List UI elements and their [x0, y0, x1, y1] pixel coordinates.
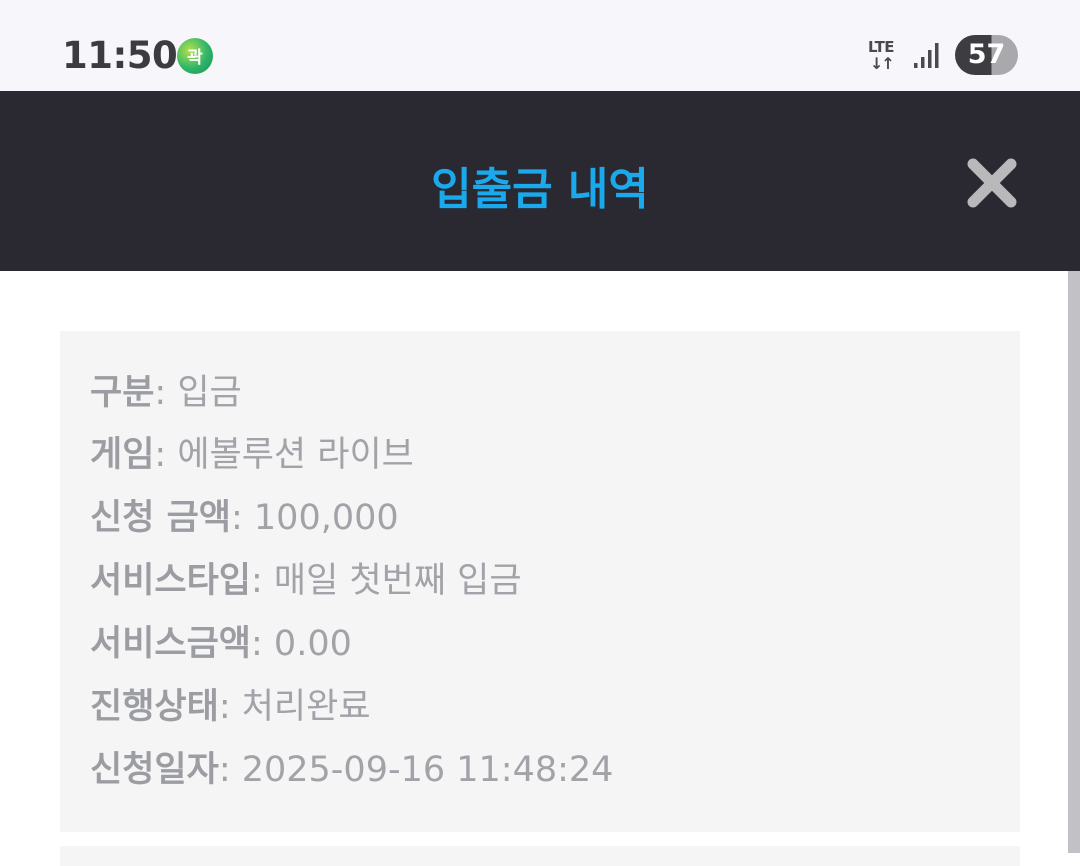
detail-label: 서비스금액: [90, 624, 252, 664]
next-transaction-card: [60, 846, 1020, 866]
battery-icon: 57: [955, 35, 1018, 75]
detail-value: : 에볼루션 라이브: [154, 435, 414, 475]
app-badge-glyph: 곽: [187, 48, 203, 68]
detail-value: : 0.00: [251, 624, 352, 664]
app-notification-icon: 곽: [177, 38, 213, 74]
detail-row-date: 신청일자: 2025-09-16 11:48:24: [90, 745, 613, 795]
detail-value: : 처리완료: [218, 687, 371, 727]
transaction-detail-card: 구분: 입금 게임: 에볼루션 라이브 신청 금액: 100,000 서비스타입…: [60, 331, 1020, 832]
detail-label: 신청일자: [90, 750, 219, 790]
scrollbar[interactable]: [1068, 271, 1080, 853]
close-button[interactable]: [962, 153, 1022, 213]
battery-level: 57: [967, 39, 1006, 70]
close-icon: [967, 158, 1017, 208]
detail-label: 신청 금액: [90, 498, 231, 538]
detail-row-type: 구분: 입금: [90, 368, 242, 418]
detail-row-service-amount: 서비스금액: 0.00: [90, 619, 352, 669]
status-bar: 11:50 곽 LTE ↓↑ 57: [0, 0, 1080, 91]
detail-label: 구분: [90, 373, 155, 413]
status-time: 11:50: [62, 34, 178, 77]
detail-row-status: 진행상태: 처리완료: [90, 682, 371, 732]
detail-row-service-type: 서비스타입: 매일 첫번째 입금: [90, 556, 522, 606]
detail-value: : 100,000: [231, 498, 399, 538]
detail-label: 진행상태: [90, 687, 219, 727]
lte-icon: LTE ↓↑: [866, 38, 902, 74]
detail-row-amount: 신청 금액: 100,000: [90, 493, 399, 543]
page-title: 입출금 내역: [431, 164, 649, 215]
detail-value: : 2025-09-16 11:48:24: [218, 750, 614, 790]
detail-label: 게임: [90, 435, 155, 475]
detail-value: : 입금: [154, 373, 242, 413]
detail-label: 서비스타입: [90, 561, 252, 601]
detail-row-game: 게임: 에볼루션 라이브: [90, 430, 414, 480]
signal-strength-icon: [914, 43, 939, 68]
data-arrows-icon: ↓↑: [870, 54, 895, 73]
page-header: 입출금 내역: [0, 91, 1080, 271]
detail-value: : 매일 첫번째 입금: [251, 561, 522, 601]
